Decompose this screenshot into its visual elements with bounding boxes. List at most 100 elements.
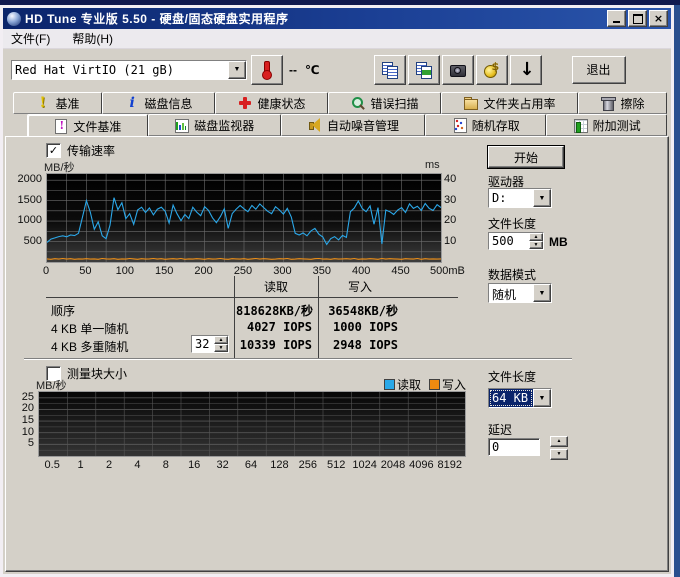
table-write-value: 36548KB/秒 xyxy=(322,302,398,319)
tab-自动噪音管理[interactable]: 自动噪音管理 xyxy=(281,114,426,136)
transfer-rate-chart xyxy=(46,173,442,263)
data-mode-label: 数据模式 xyxy=(488,266,536,283)
legend-swatch-icon xyxy=(429,379,440,390)
tab-label: 文件夹占用率 xyxy=(483,95,555,112)
menu-item-0[interactable]: 文件(F) xyxy=(9,29,52,48)
tab-随机存取[interactable]: 随机存取 xyxy=(425,114,546,136)
folder-usage-icon xyxy=(463,96,478,110)
y-right-tick: 10 xyxy=(444,235,468,247)
copy-icon xyxy=(380,60,400,80)
start-button[interactable]: 开始 xyxy=(488,146,564,168)
tab-row-2: 文件基准 磁盘监视器 自动噪音管理 随机存取 附加测试 xyxy=(13,114,667,136)
x-tick: 350 xyxy=(308,265,336,277)
block-file-length-label: 文件长度 xyxy=(488,368,536,385)
chevron-down-icon[interactable]: ▼ xyxy=(533,189,551,207)
tab-label: 随机存取 xyxy=(472,117,520,134)
tab-label: 文件基准 xyxy=(73,118,121,135)
file-length-label: 文件长度 xyxy=(488,215,536,232)
coins-icon xyxy=(482,60,502,80)
tab-文件基准[interactable]: 文件基准 xyxy=(27,114,148,138)
camera-button[interactable] xyxy=(442,55,474,85)
minimize-button[interactable] xyxy=(607,10,626,27)
erase-icon xyxy=(600,96,615,110)
x-tick: 300 xyxy=(268,265,296,277)
menubar: 文件(F) 帮助(H) xyxy=(3,29,671,49)
spin-down-icon[interactable]: ▼ xyxy=(550,449,568,460)
data-mode-combo[interactable]: 随机 ▼ xyxy=(488,283,552,303)
tab-label: 基准 xyxy=(55,95,79,112)
drive-select[interactable]: Red Hat VirtIO (21 gB) ▼ xyxy=(11,60,247,80)
table-row-label: 4 KB 多重随机 xyxy=(51,338,128,355)
chevron-down-icon[interactable]: ▼ xyxy=(533,389,551,407)
block-x-tick: 1024 xyxy=(349,459,381,471)
tab-磁盘信息[interactable]: 磁盘信息 xyxy=(102,92,215,114)
minimize-icon xyxy=(613,21,620,23)
tab-健康状态[interactable]: 健康状态 xyxy=(215,92,328,114)
file-benchmark-icon xyxy=(53,119,68,133)
block-file-length-combo[interactable]: 64 KB ▼ xyxy=(488,388,552,408)
table-row-label: 顺序 xyxy=(51,302,75,319)
spin-up-icon[interactable]: ▲ xyxy=(214,336,228,344)
x-tick: 400 xyxy=(347,265,375,277)
queue-depth-spinner[interactable]: 32▲▼ xyxy=(191,335,229,353)
tab-label: 附加测试 xyxy=(593,117,641,134)
spin-down-icon[interactable]: ▼ xyxy=(529,241,543,249)
tab-磁盘监视器[interactable]: 磁盘监视器 xyxy=(148,114,281,136)
block-y-tick: 10 xyxy=(12,426,34,438)
tab-文件夹占用率[interactable]: 文件夹占用率 xyxy=(441,92,578,114)
spin-up-icon[interactable]: ▲ xyxy=(550,436,568,447)
block-size-chart xyxy=(38,391,466,457)
block-x-tick: 4 xyxy=(121,459,153,471)
x-tick: 150 xyxy=(150,265,178,277)
tab-label: 磁盘监视器 xyxy=(194,117,254,134)
block-x-tick: 8192 xyxy=(434,459,466,471)
block-x-tick: 0.5 xyxy=(36,459,68,471)
spin-up-icon[interactable]: ▲ xyxy=(529,233,543,241)
temperature-button[interactable] xyxy=(251,55,283,85)
disk-info-icon xyxy=(124,96,139,110)
menu-item-1[interactable]: 帮助(H) xyxy=(70,29,115,48)
block-x-tick: 1 xyxy=(65,459,97,471)
tab-基准[interactable]: 基准 xyxy=(13,92,102,114)
copy-button[interactable] xyxy=(374,55,406,85)
block-x-tick: 8 xyxy=(150,459,182,471)
window-title: HD Tune 专业版 5.50 - 硬盘/固态硬盘实用程序 xyxy=(25,10,605,27)
block-x-tick: 2048 xyxy=(377,459,409,471)
app-icon xyxy=(7,12,21,26)
copy-image-button[interactable] xyxy=(408,55,440,85)
coins-button[interactable] xyxy=(476,55,508,85)
block-x-tick: 64 xyxy=(235,459,267,471)
download-button[interactable] xyxy=(510,55,542,85)
table-read-value: 10339 IOPS xyxy=(236,338,312,352)
data-mode-value: 随机 xyxy=(489,284,533,302)
maximize-button[interactable] xyxy=(628,10,647,27)
table-col-header-1: 写入 xyxy=(318,278,402,295)
desktop-background: HD Tune 专业版 5.50 - 硬盘/固态硬盘实用程序 × 文件(F) 帮助… xyxy=(0,0,680,577)
tab-擦除[interactable]: 擦除 xyxy=(578,92,667,114)
titlebar: HD Tune 专业版 5.50 - 硬盘/固态硬盘实用程序 × xyxy=(3,8,671,29)
close-button[interactable]: × xyxy=(649,10,668,27)
block-x-tick: 16 xyxy=(178,459,210,471)
exit-button[interactable]: 退出 xyxy=(572,56,626,84)
tab-附加测试[interactable]: 附加测试 xyxy=(546,114,667,136)
section-divider xyxy=(24,358,572,359)
tab-错误扫描[interactable]: 错误扫描 xyxy=(328,92,441,114)
block-x-tick: 128 xyxy=(263,459,295,471)
transfer-rate-checkbox[interactable]: ✓ xyxy=(46,143,61,158)
tab-label: 擦除 xyxy=(620,95,644,112)
tab-label: 健康状态 xyxy=(257,95,305,112)
chevron-down-icon[interactable]: ▼ xyxy=(228,61,246,79)
temperature-unit: ℃ xyxy=(305,63,320,77)
file-length-spinner[interactable]: 500 ▲▼ xyxy=(488,232,544,250)
spin-down-icon[interactable]: ▼ xyxy=(214,344,228,352)
y-right-tick: 20 xyxy=(444,214,468,226)
delay-input[interactable]: 0 xyxy=(488,438,540,456)
drive-combo[interactable]: D: ▼ xyxy=(488,188,552,208)
y-left-tick: 1500 xyxy=(10,194,42,206)
toolbar: Red Hat VirtIO (21 gB) ▼ -- ℃ 退出 xyxy=(3,49,671,90)
block-y-tick: 25 xyxy=(12,391,34,403)
health-icon xyxy=(237,96,252,110)
file-benchmark-page: ✓ 传输速率 MB/秒 ms 2000150010005004030201005… xyxy=(5,136,669,572)
chevron-down-icon[interactable]: ▼ xyxy=(533,284,551,302)
random-access-icon xyxy=(452,118,467,132)
